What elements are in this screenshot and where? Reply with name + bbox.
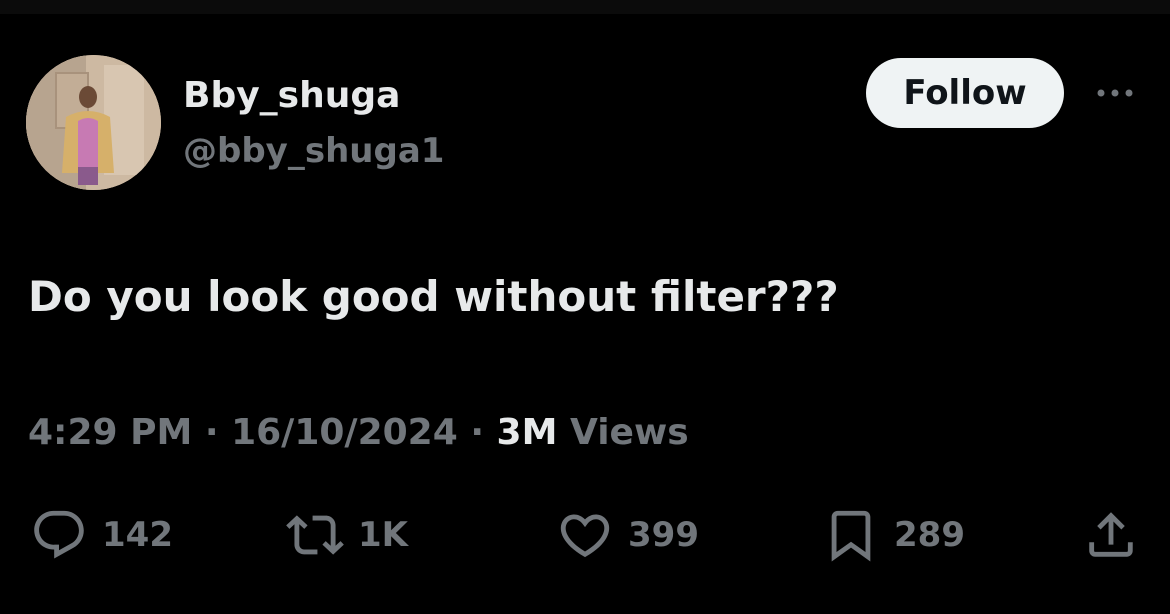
- like-button[interactable]: 399: [556, 500, 699, 570]
- author-display-name[interactable]: Bby_shuga: [183, 76, 400, 116]
- tweet-actions-bar: 142 1K 399 289: [0, 500, 1170, 570]
- like-count: 399: [628, 515, 699, 555]
- avatar-photo: [26, 55, 161, 190]
- tweet-time[interactable]: 4:29 PM: [28, 412, 192, 453]
- author-handle[interactable]: @bby_shuga1: [183, 131, 444, 171]
- share-icon: [1089, 512, 1133, 557]
- meta-separator: ·: [470, 412, 484, 453]
- reply-count: 142: [102, 515, 173, 555]
- reply-icon: [34, 510, 84, 559]
- share-button[interactable]: [1082, 500, 1140, 570]
- reply-button[interactable]: 142: [30, 500, 173, 570]
- tweet-text: Do you look good without filter???: [28, 272, 839, 321]
- tweet-date[interactable]: 16/10/2024: [231, 412, 458, 453]
- repost-button[interactable]: 1K: [286, 500, 408, 570]
- top-edge-strip: [0, 0, 1170, 14]
- bookmark-icon: [831, 510, 871, 562]
- more-options-button[interactable]: [1090, 78, 1140, 108]
- bookmark-count: 289: [894, 515, 965, 555]
- bookmark-button[interactable]: 289: [822, 500, 965, 570]
- meta-separator: ·: [204, 412, 219, 453]
- avatar[interactable]: [26, 55, 161, 190]
- views-count[interactable]: 3M: [497, 412, 558, 453]
- repost-icon: [286, 515, 344, 555]
- follow-button-label: Follow: [903, 73, 1027, 113]
- like-icon: [560, 514, 610, 558]
- views-label: Views: [569, 412, 689, 453]
- repost-count: 1K: [358, 515, 409, 555]
- more-icon: [1097, 89, 1133, 97]
- follow-button[interactable]: Follow: [866, 58, 1064, 128]
- tweet-meta: 4:29 PM · 16/10/2024 · 3M Views: [28, 411, 689, 455]
